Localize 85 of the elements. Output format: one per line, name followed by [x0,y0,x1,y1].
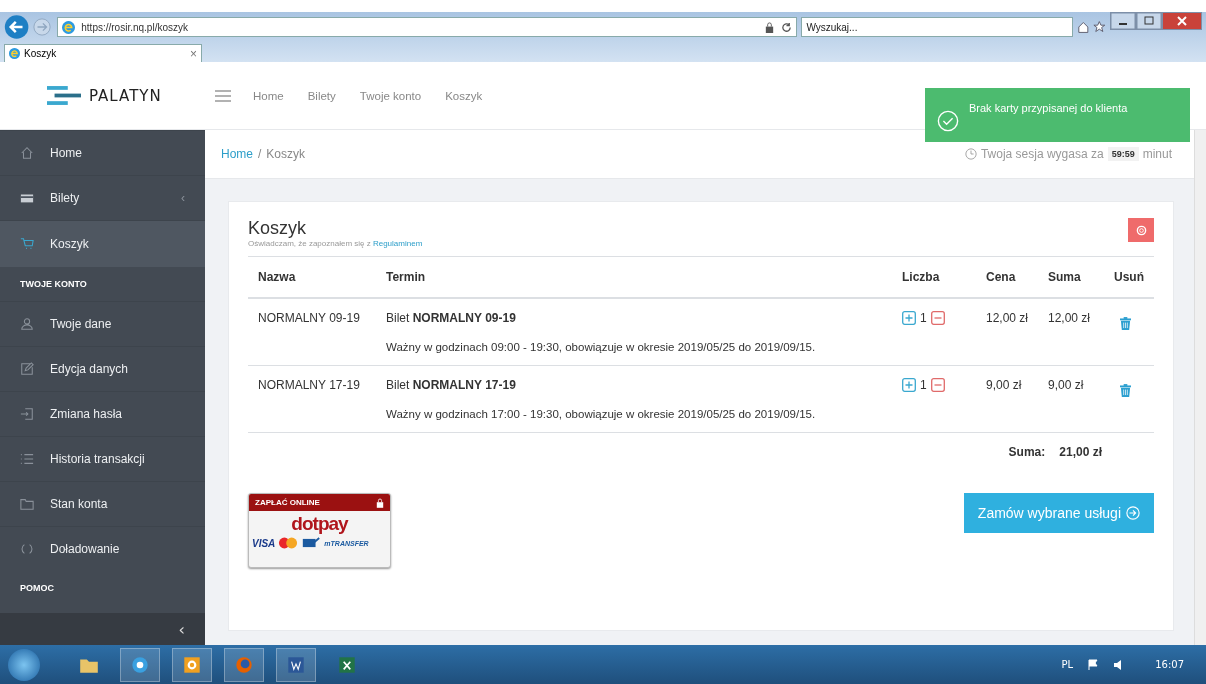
refresh-icon[interactable] [781,21,793,33]
nav-link[interactable]: Koszyk [445,89,483,102]
session-label: Twoja sesja wygasa za [980,147,1104,161]
sidebar-section-title: POMOC [19,582,55,595]
payment-badge-header: ZAPŁAĆ ONLINE [255,498,320,507]
cart-icon [20,237,34,251]
breadcrumb-separator: / [258,147,262,161]
browser-icon[interactable] [120,647,160,682]
nav-link[interactable]: Bilety [307,89,336,102]
check-circle-icon [937,110,959,132]
arrow-circle-icon [1126,506,1140,520]
login-icon [20,407,34,421]
session-unit: minut [1142,147,1172,161]
back-button[interactable] [4,13,30,41]
column-header: Usuń [1104,257,1154,298]
minus-button[interactable] [930,311,945,325]
cart-title: Koszyk [248,218,308,239]
lifebuoy-icon [1135,224,1147,236]
column-header: Nazwa [248,257,376,298]
column-header: Cena [975,257,1038,298]
browser-tab[interactable]: Koszyk × [4,44,202,62]
clock[interactable]: 16:07 [1155,659,1184,670]
ticket-description: Ważny w godzinach 17:00 - 19:30, obowiązuje w okresie 2019/05/25 do 2019/09/15. [386,408,817,420]
column-header: Liczba [891,257,976,298]
ticket-title: Bilet NORMALNY 17-19 [386,378,517,392]
nav-link[interactable]: Home [253,89,284,102]
minus-button[interactable] [930,378,945,392]
minimize-button[interactable] [1110,12,1136,30]
breadcrumb-current: Koszyk [266,147,306,161]
payment-brand: dotpay [290,512,350,536]
lock-icon [764,21,776,33]
notification-message: Brak karty przypisanej do klienta [969,102,1128,114]
nav-link[interactable]: Twoje konto [359,89,422,102]
clock-icon [964,148,977,160]
flag-icon[interactable] [1087,658,1100,671]
edit-icon [20,362,34,376]
tab-close-button[interactable]: × [190,46,197,61]
browser-logo-icon [9,48,20,59]
card-logo-icon [278,537,299,549]
help-button[interactable] [1128,218,1154,242]
terms-notice: Oświadczam, że zapoznałem się z Regulaminem [248,239,423,248]
table-cell: NORMALNY 17-19 [258,378,360,392]
logo-text: PALATYN [89,86,162,105]
table-cell: 12,00 zł [1048,311,1091,325]
start-button[interactable] [8,648,40,681]
plus-button[interactable] [901,378,916,392]
total-value: 21,00 zł [1059,445,1102,459]
column-header: Suma [1038,257,1104,298]
mail-app-icon[interactable] [172,647,212,682]
language-indicator[interactable]: PL [1061,659,1074,670]
column-header: Termin [376,257,892,298]
session-timer: 59:59 [1107,147,1139,161]
document-app-icon[interactable] [276,647,316,682]
sidebar-section-title: TWOJE KONTO [19,278,88,291]
collapse-sidebar-button[interactable]: ‹ [178,619,185,639]
list-icon [20,452,34,466]
user-icon [20,317,34,331]
logo-icon [47,86,81,105]
sidebar-item[interactable]: Koszyk [0,220,205,267]
lock-icon [376,497,384,508]
ticket-description: Ważny w godzinach 09:00 - 19:30, obowiązuje w okresie 2019/05/25 do 2019/09/15. [386,341,817,353]
total-label: Suma: [1008,445,1046,459]
quantity-value: 1 [919,311,927,325]
card-brand: VISA [252,537,276,549]
ticket-title: Bilet NORMALNY 09-19 [386,311,517,325]
table-cell: NORMALNY 09-19 [258,311,360,325]
search-field[interactable]: Wyszukaj... [801,17,1073,37]
menu-icon[interactable] [215,89,231,102]
folder-icon [20,497,34,511]
refresh-icon [20,542,34,556]
close-button[interactable] [1162,12,1202,30]
plus-button[interactable] [901,311,916,325]
quantity-value: 1 [919,378,927,392]
home-icon [20,146,34,160]
trash-icon[interactable] [1120,384,1131,397]
browser-logo-icon [62,20,76,34]
table-cell: 9,00 zł [985,378,1022,392]
address-bar[interactable]: https://rosir.nq.pl/koszyk [57,17,798,37]
bank-logo-icon [301,537,322,549]
scrollbar[interactable] [1194,130,1206,645]
star-icon[interactable] [1093,20,1106,34]
table-cell: 12,00 zł [985,311,1028,325]
trash-icon[interactable] [1120,317,1131,330]
table-cell: 9,00 zł [1048,378,1084,392]
home-icon[interactable] [1076,20,1090,34]
